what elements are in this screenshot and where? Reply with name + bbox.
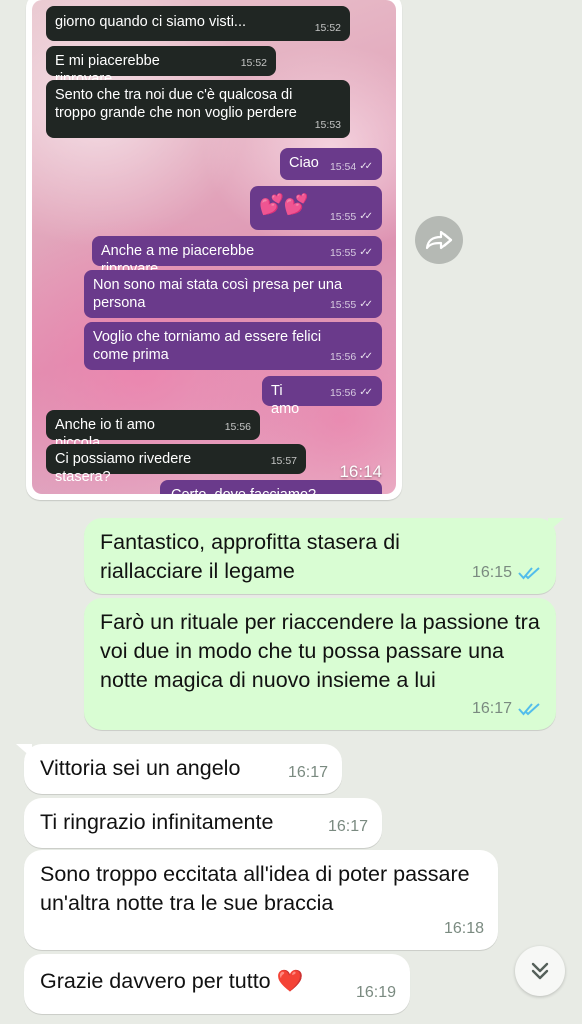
screenshot-message: Ciao 15:54 ✓✓: [280, 148, 382, 180]
screenshot-message: Sento che tra noi due c'è qualcosa di tr…: [46, 80, 350, 138]
screenshot-message: 💕💕 15:55 ✓✓: [250, 186, 382, 230]
message-time: 15:55: [329, 299, 357, 311]
message-text: Certo, dove facciamo?: [169, 486, 373, 494]
screenshot-message: Non sono mai stata così presa per una pe…: [84, 270, 382, 318]
message-text: Voglio che torniamo ad essere felici com…: [93, 329, 322, 363]
message-time: 16:17: [471, 700, 512, 717]
screenshot-message: giorno quando ci siamo visti... 15:52: [46, 6, 350, 41]
message-time: 16:17: [287, 764, 328, 781]
outgoing-message[interactable]: Fantastico, approfitta stasera di rialla…: [84, 518, 556, 594]
message-text: Ti ringrazio infinitamente: [40, 810, 274, 834]
message-time: 15:53: [314, 119, 341, 131]
incoming-message[interactable]: Grazie davvero per tutto ❤️ 16:19: [24, 954, 410, 1014]
message-time: 15:56: [329, 351, 357, 363]
chevrons-down-icon: [531, 962, 549, 980]
screenshot-message: Ti amo 15:56 ✓✓: [262, 376, 382, 417]
double-check-icon: ✓✓: [359, 387, 373, 398]
incoming-message[interactable]: Ti ringrazio infinitamente 16:17: [24, 798, 382, 848]
screenshot-image: giorno quando ci siamo visti... 15:52 E …: [32, 0, 396, 494]
message-time: 16:19: [355, 984, 396, 1001]
double-check-icon: [518, 566, 540, 580]
screenshot-message: Anche io ti amo piccola 15:56: [46, 410, 260, 451]
double-check-icon: [518, 702, 540, 716]
double-check-icon: ✓✓: [359, 299, 373, 310]
message-time: 15:56: [224, 421, 251, 433]
message-text: Sono troppo eccitata all'idea di poter p…: [40, 862, 470, 915]
forward-icon: [425, 230, 453, 250]
message-text: Vittoria sei un angelo: [40, 756, 241, 780]
incoming-message[interactable]: Sono troppo eccitata all'idea di poter p…: [24, 850, 498, 950]
message-text: Fantastico, approfitta stasera di rialla…: [100, 530, 400, 583]
double-check-icon: ✓✓: [359, 161, 373, 172]
message-time: 16:15: [471, 564, 512, 581]
double-check-icon: ✓✓: [359, 247, 373, 258]
image-message[interactable]: giorno quando ci siamo visti... 15:52 E …: [26, 0, 402, 500]
outgoing-message[interactable]: Farò un rituale per riaccendere la passi…: [84, 598, 556, 730]
forward-button[interactable]: [415, 216, 463, 264]
message-time: 15:52: [314, 22, 341, 34]
double-check-icon: ✓✓: [359, 211, 373, 222]
screenshot-message: Voglio che torniamo ad essere felici com…: [84, 322, 382, 370]
image-timestamp: 16:14: [339, 462, 382, 481]
message-time: 15:57: [270, 455, 297, 467]
message-text: Farò un rituale per riaccendere la passi…: [100, 610, 540, 692]
message-time: 15:52: [240, 57, 267, 69]
scroll-to-bottom-button[interactable]: [515, 946, 565, 996]
message-text: giorno quando ci siamo visti...: [55, 14, 247, 30]
screenshot-message: E mi piacerebbe riprovare 15:52: [46, 46, 276, 87]
incoming-message[interactable]: Vittoria sei un angelo 16:17: [24, 744, 342, 794]
message-time: 16:18: [443, 920, 484, 937]
message-time: 15:55: [329, 211, 357, 223]
screenshot-message: Anche a me piacerebbe riprovare 15:55 ✓✓: [92, 236, 382, 277]
message-time: 16:17: [327, 818, 368, 835]
message-text: Sento che tra noi due c'è qualcosa di tr…: [55, 87, 297, 121]
screenshot-message: Ci possiamo rivedere stasera? 15:57: [46, 444, 306, 485]
message-time: 15:55: [329, 247, 357, 259]
message-text: Grazie davvero per tutto ❤️: [40, 969, 304, 993]
message-text: Non sono mai stata così presa per una pe…: [93, 277, 343, 311]
message-time: 15:56: [329, 387, 357, 399]
message-time: 15:54: [329, 161, 357, 173]
double-check-icon: ✓✓: [359, 351, 373, 362]
screenshot-message: Certo, dove facciamo?: [160, 480, 382, 494]
